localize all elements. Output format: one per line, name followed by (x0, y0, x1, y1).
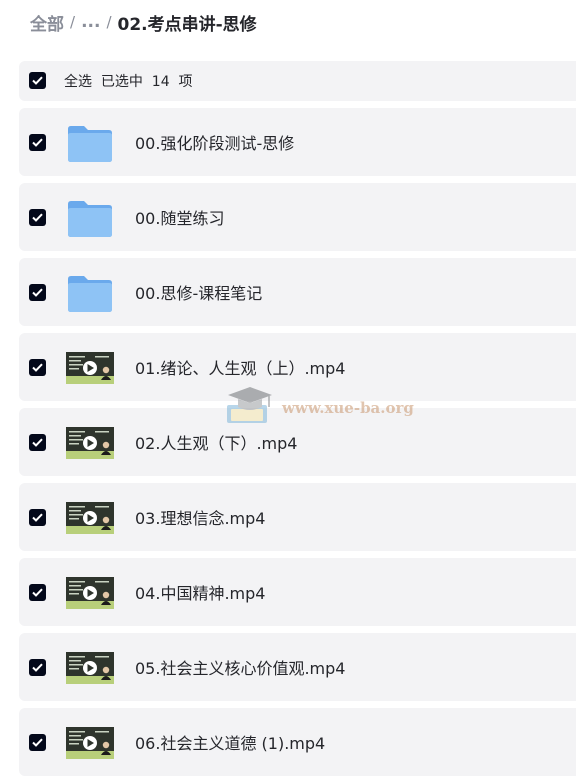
folder-row[interactable]: 00.思修-课程笔记 (19, 258, 576, 326)
selection-count-text: 全选 已选中 14 项 (64, 74, 193, 90)
select-all-bar: 全选 已选中 14 项 (19, 61, 576, 101)
video-thumbnail-icon (66, 498, 114, 538)
check-icon (32, 76, 43, 85)
check-icon (32, 588, 43, 597)
folder-icon (66, 273, 114, 313)
breadcrumb-current: 02.考点串讲-思修 (117, 14, 257, 35)
check-icon (32, 363, 43, 372)
check-icon (32, 663, 43, 672)
video-file-row[interactable]: 05.社会主义核心价值观.mp4 (19, 633, 576, 701)
row-checkbox[interactable] (29, 359, 46, 376)
video-thumbnail-icon (66, 648, 114, 688)
check-icon (32, 738, 43, 747)
folder-row[interactable]: 00.强化阶段测试-思修 (19, 108, 576, 176)
check-icon (32, 288, 43, 297)
folder-icon (66, 198, 114, 238)
file-name: 00.随堂练习 (135, 209, 225, 228)
file-name: 06.社会主义道德 (1).mp4 (135, 734, 326, 753)
file-name: 05.社会主义核心价值观.mp4 (135, 659, 346, 678)
check-icon (32, 438, 43, 447)
video-thumbnail-icon (66, 423, 114, 463)
check-icon (32, 213, 43, 222)
breadcrumb: 全部 / ... / 02.考点串讲-思修 (30, 9, 257, 35)
file-name: 01.绪论、人生观（上）.mp4 (135, 359, 346, 378)
check-icon (32, 138, 43, 147)
file-name: 00.强化阶段测试-思修 (135, 134, 295, 153)
video-file-row[interactable]: 01.绪论、人生观（上）.mp4 (19, 333, 576, 401)
file-name: 02.人生观（下）.mp4 (135, 434, 298, 453)
video-file-row[interactable]: 06.社会主义道德 (1).mp4 (19, 708, 576, 776)
video-thumbnail-icon (66, 723, 114, 763)
row-checkbox[interactable] (29, 659, 46, 676)
folder-row[interactable]: 00.随堂练习 (19, 183, 576, 251)
row-checkbox[interactable] (29, 434, 46, 451)
row-checkbox[interactable] (29, 134, 46, 151)
folder-icon (66, 123, 114, 163)
video-file-row[interactable]: 04.中国精神.mp4 (19, 558, 576, 626)
breadcrumb-ellipsis-link[interactable]: ... (81, 12, 100, 32)
check-icon (32, 513, 43, 522)
row-checkbox[interactable] (29, 734, 46, 751)
file-name: 03.理想信念.mp4 (135, 509, 266, 528)
breadcrumb-root-link[interactable]: 全部 (30, 10, 64, 35)
select-all-checkbox[interactable] (29, 72, 46, 89)
breadcrumb-separator: / (106, 13, 112, 31)
file-name: 00.思修-课程笔记 (135, 284, 263, 303)
video-thumbnail-icon (66, 573, 114, 613)
row-checkbox[interactable] (29, 584, 46, 601)
video-file-row[interactable]: 03.理想信念.mp4 (19, 483, 576, 551)
row-checkbox[interactable] (29, 209, 46, 226)
video-thumbnail-icon (66, 348, 114, 388)
breadcrumb-separator: / (70, 13, 76, 31)
row-checkbox[interactable] (29, 284, 46, 301)
row-checkbox[interactable] (29, 509, 46, 526)
video-file-row[interactable]: 02.人生观（下）.mp4 (19, 408, 576, 476)
file-name: 04.中国精神.mp4 (135, 584, 266, 603)
